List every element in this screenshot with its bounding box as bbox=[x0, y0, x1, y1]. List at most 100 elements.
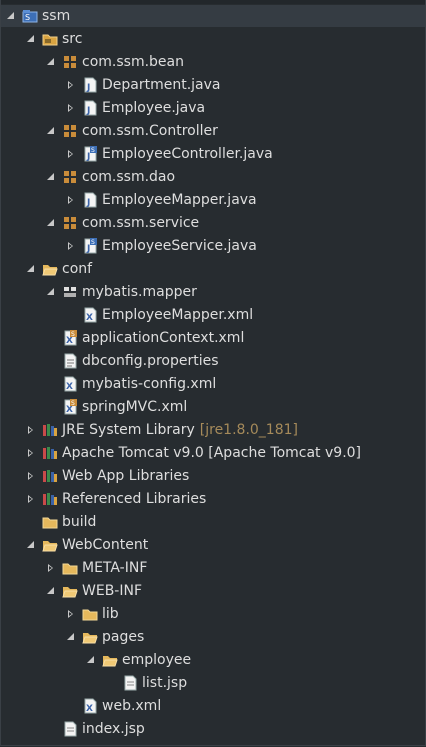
tree-item-properties-file[interactable]: dbconfig.properties bbox=[1, 350, 425, 372]
tree-item-decoration: [jre1.8.0_181] bbox=[199, 422, 298, 438]
folder-icon bbox=[82, 606, 98, 622]
jsp-file-icon bbox=[62, 721, 78, 737]
folder-icon bbox=[42, 514, 58, 530]
collapsed-arrow-icon[interactable] bbox=[65, 194, 77, 206]
svg-text:S: S bbox=[71, 331, 75, 338]
tree-item-package[interactable]: mybatis.mapper bbox=[1, 281, 425, 303]
expanded-arrow-icon[interactable] bbox=[45, 217, 57, 229]
tree-item-folder[interactable]: employee bbox=[1, 649, 425, 671]
open-folder-icon bbox=[102, 652, 118, 668]
tree-item-xml-file[interactable]: X SapplicationContext.xml bbox=[1, 327, 425, 349]
open-folder-icon bbox=[42, 537, 58, 553]
expanded-arrow-icon[interactable] bbox=[45, 585, 57, 597]
svg-text:X: X bbox=[86, 313, 93, 323]
collapsed-arrow-icon[interactable] bbox=[65, 240, 77, 252]
tree-item-java-file[interactable]: J EmployeeMapper.java bbox=[1, 189, 425, 211]
tree-item-label: dbconfig.properties bbox=[82, 353, 219, 369]
folder-icon bbox=[62, 560, 78, 576]
collapsed-arrow-icon[interactable] bbox=[25, 470, 37, 482]
tree-item-folder[interactable]: WEB-INF bbox=[1, 580, 425, 602]
tree-item-java-file[interactable]: J S EmployeeController.java bbox=[1, 143, 425, 165]
collapsed-arrow-icon[interactable] bbox=[65, 148, 77, 160]
tree-item-xml-file[interactable]: Xweb.xml bbox=[1, 695, 425, 717]
tree-item-folder[interactable]: lib bbox=[1, 603, 425, 625]
expanded-arrow-icon[interactable] bbox=[5, 10, 17, 22]
tree-item-label: Apache Tomcat v9.0 [Apache Tomcat v9.0] bbox=[62, 445, 362, 461]
expanded-arrow-icon[interactable] bbox=[45, 125, 57, 137]
tree-item-label: mybatis-config.xml bbox=[82, 376, 217, 392]
tree-item-label: Web App Libraries bbox=[62, 468, 190, 484]
arrow-spacer bbox=[45, 378, 57, 390]
tree-item-jsp-file[interactable]: list.jsp bbox=[1, 672, 425, 694]
tree-item-label: Department.java bbox=[102, 77, 221, 93]
expanded-arrow-icon[interactable] bbox=[45, 56, 57, 68]
tree-item-label: Referenced Libraries bbox=[62, 491, 207, 507]
tree-item-src[interactable]: src bbox=[1, 28, 425, 50]
tree-item-library[interactable]: Web App Libraries bbox=[1, 465, 425, 487]
tree-item-label: pages bbox=[102, 629, 145, 645]
collapsed-arrow-icon[interactable] bbox=[45, 562, 57, 574]
tree-item-library[interactable]: Referenced Libraries bbox=[1, 488, 425, 510]
tree-item-label: lib bbox=[102, 606, 119, 622]
tree-item-label: com.ssm.dao bbox=[82, 169, 176, 185]
java-interface-icon: J bbox=[82, 192, 98, 208]
tree-item-xml-file[interactable]: X EmployeeMapper.xml bbox=[1, 304, 425, 326]
tree-item-label: index.jsp bbox=[82, 721, 145, 737]
tree-item-label: applicationContext.xml bbox=[82, 330, 245, 346]
svg-text:J: J bbox=[86, 152, 90, 162]
expanded-arrow-icon[interactable] bbox=[25, 263, 37, 275]
tree-item-project[interactable]: Sssm bbox=[1, 5, 425, 27]
expanded-arrow-icon[interactable] bbox=[85, 654, 97, 666]
tree-item-package[interactable]: com.ssm.bean bbox=[1, 51, 425, 73]
spring-java-file-icon: JS bbox=[82, 238, 98, 254]
tree-item-build[interactable]: build bbox=[1, 511, 425, 533]
tree-item-label: META-INF bbox=[82, 560, 148, 576]
tree-item-label: JRE System Library bbox=[62, 422, 195, 438]
collapsed-arrow-icon[interactable] bbox=[25, 424, 37, 436]
tree-item-java-file[interactable]: J Department.java bbox=[1, 74, 425, 96]
tree-item-label: build bbox=[62, 514, 97, 530]
library-icon bbox=[42, 445, 58, 461]
tree-item-folder[interactable]: META-INF bbox=[1, 557, 425, 579]
tree-item-label: EmployeeMapper.java bbox=[102, 192, 257, 208]
expanded-arrow-icon[interactable] bbox=[25, 539, 37, 551]
spring-xml-file-icon: XS bbox=[62, 330, 78, 346]
tree-item-java-file[interactable]: J S EmployeeService.java bbox=[1, 235, 425, 257]
tree-item-java-file[interactable]: J Employee.java bbox=[1, 97, 425, 119]
tree-item-folder[interactable]: pages bbox=[1, 626, 425, 648]
collapsed-arrow-icon[interactable] bbox=[25, 447, 37, 459]
tree-item-label: src bbox=[62, 31, 83, 47]
arrow-spacer bbox=[65, 309, 77, 321]
expanded-arrow-icon[interactable] bbox=[25, 33, 37, 45]
svg-text:J: J bbox=[86, 244, 90, 254]
arrow-spacer bbox=[45, 332, 57, 344]
tree-item-label: EmployeeMapper.xml bbox=[102, 307, 254, 323]
arrow-spacer bbox=[65, 700, 77, 712]
tree-item-xml-file[interactable]: Xmybatis-config.xml bbox=[1, 373, 425, 395]
tree-item-label: list.jsp bbox=[142, 675, 188, 691]
tree-item-package[interactable]: com.ssm.Controller bbox=[1, 120, 425, 142]
jsp-file-icon bbox=[122, 675, 138, 691]
svg-text:S: S bbox=[25, 13, 30, 22]
tree-item-label: employee bbox=[122, 652, 192, 668]
tree-item-library[interactable]: Apache Tomcat v9.0 [Apache Tomcat v9.0] bbox=[1, 442, 425, 464]
tree-item-jsp-file[interactable]: index.jsp bbox=[1, 718, 425, 740]
collapsed-arrow-icon[interactable] bbox=[65, 102, 77, 114]
expanded-arrow-icon[interactable] bbox=[45, 286, 57, 298]
tree-item-webcontent[interactable]: WebContent bbox=[1, 534, 425, 556]
arrow-spacer bbox=[45, 723, 57, 735]
collapsed-arrow-icon[interactable] bbox=[25, 493, 37, 505]
tree-item-label: EmployeeController.java bbox=[102, 146, 273, 162]
tree-item-package[interactable]: com.ssm.service bbox=[1, 212, 425, 234]
tree-item-conf[interactable]: conf bbox=[1, 258, 425, 280]
java-file-icon: J bbox=[82, 77, 98, 93]
expanded-arrow-icon[interactable] bbox=[65, 631, 77, 643]
tree-item-library[interactable]: JRE System Library [jre1.8.0_181] bbox=[1, 419, 425, 441]
collapsed-arrow-icon[interactable] bbox=[65, 79, 77, 91]
svg-text:J: J bbox=[86, 198, 90, 208]
collapsed-arrow-icon[interactable] bbox=[65, 608, 77, 620]
expanded-arrow-icon[interactable] bbox=[45, 171, 57, 183]
tree-item-xml-file[interactable]: X SspringMVC.xml bbox=[1, 396, 425, 418]
tree-item-package[interactable]: com.ssm.dao bbox=[1, 166, 425, 188]
xml-file-icon: X bbox=[82, 698, 98, 714]
